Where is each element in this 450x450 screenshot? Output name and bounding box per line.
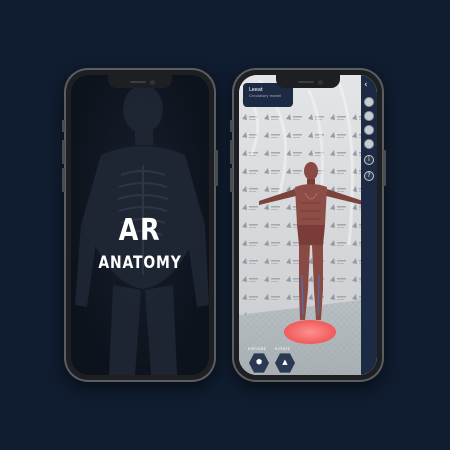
layer-side-panel: ‹ i ? [361,75,377,375]
volume-up-button [230,140,233,164]
info-icon[interactable]: i [364,155,374,165]
phone-right: Leeat Circulatory model ‹ i ? EXPLODE ⬢ … [230,68,386,382]
mute-switch [230,120,233,132]
organs-layer-icon[interactable] [364,125,374,135]
phone-left: AR ANATOMY [62,68,218,382]
power-button [383,150,386,186]
explode-label: EXPLODE [248,347,267,351]
notch [276,75,340,88]
splash-screen: AR ANATOMY [71,75,209,375]
model-info-title: Leeat [249,87,263,93]
volume-up-button [62,140,65,164]
placement-pad [284,320,336,344]
volume-down-button [230,168,233,192]
speaker [130,81,146,83]
volume-down-button [62,168,65,192]
camera [318,80,323,85]
rotate-label: ROTATE [275,347,291,351]
chevron-left-icon[interactable]: ‹ [364,81,368,90]
camera-feed [239,75,377,375]
help-icon[interactable]: ? [364,171,374,181]
mute-switch [62,120,65,132]
nerves-layer-icon[interactable] [364,139,374,149]
model-info-subtitle: Circulatory model [249,94,281,98]
muscle-layer-icon[interactable] [364,97,374,107]
skeleton-layer-icon[interactable] [364,111,374,121]
power-button [215,150,218,186]
explode-icon: ⬢ [255,358,263,366]
notch [108,75,172,88]
app-title: AR [118,213,162,248]
rotate-icon: ▲ [282,358,288,366]
speaker [298,81,314,83]
ar-view-screen: Leeat Circulatory model ‹ i ? EXPLODE ⬢ … [239,75,377,375]
app-subtitle: ANATOMY [98,253,182,273]
camera [150,80,155,85]
